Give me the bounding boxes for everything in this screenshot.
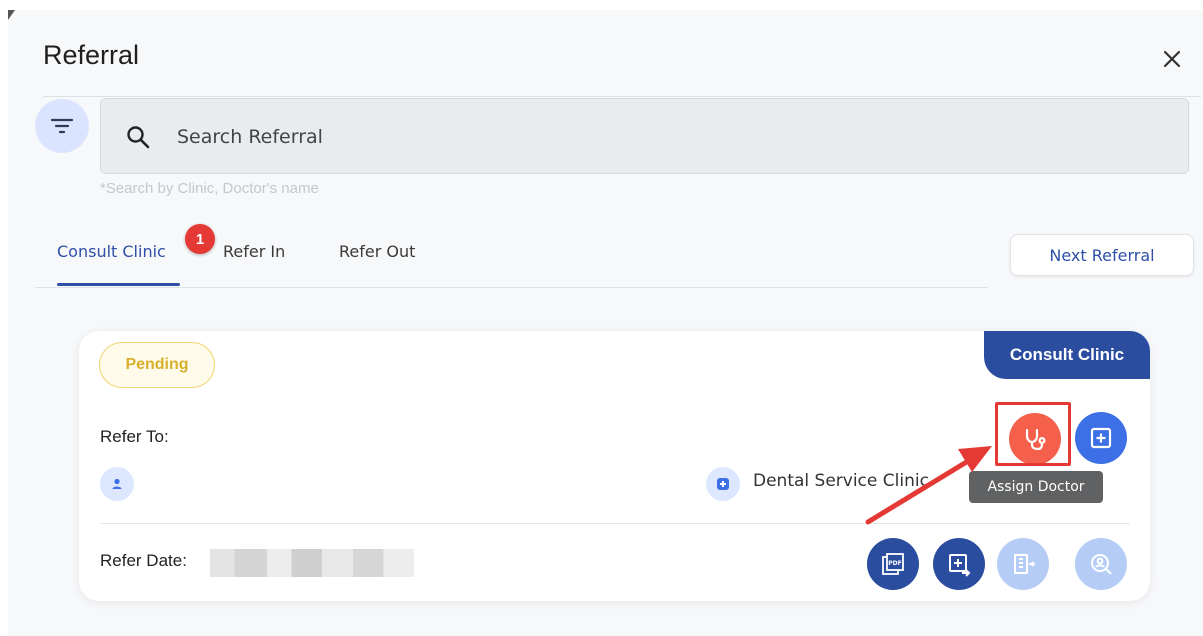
- search-hint: *Search by Clinic, Doctor's name: [100, 180, 319, 197]
- svg-text:PDF: PDF: [888, 560, 901, 567]
- tab-refer-out[interactable]: Refer Out: [339, 242, 415, 261]
- search-box[interactable]: [100, 98, 1189, 174]
- status-badge: Pending: [99, 342, 215, 388]
- search-icon: [127, 126, 150, 149]
- page-title: Referral: [43, 40, 140, 70]
- pdf-icon: PDF: [882, 553, 904, 575]
- assign-doctor-tooltip: Assign Doctor: [969, 471, 1103, 503]
- pdf-button[interactable]: PDF: [867, 538, 919, 590]
- close-icon: [1163, 50, 1181, 68]
- add-referral-button[interactable]: [1075, 412, 1127, 464]
- redacted-date: [210, 549, 414, 577]
- header-divider: [43, 96, 1201, 97]
- transfer-hospital-button[interactable]: [997, 538, 1049, 590]
- tab-label: Refer In: [223, 242, 286, 261]
- refer-to-label: Refer To:: [100, 427, 169, 446]
- export-button[interactable]: [933, 538, 985, 590]
- next-referral-button[interactable]: Next Referral: [1010, 234, 1194, 276]
- notification-badge: 1: [185, 224, 215, 254]
- search-input[interactable]: [177, 117, 1157, 157]
- close-button[interactable]: [1160, 47, 1184, 71]
- active-tab-indicator: [57, 283, 180, 286]
- refer-date-label: Refer Date:: [100, 551, 187, 570]
- person-icon: [100, 467, 134, 501]
- add-box-icon: [1090, 427, 1112, 449]
- highlight-box: [995, 402, 1071, 466]
- tab-label: Consult Clinic: [57, 242, 166, 261]
- referral-card: Consult Clinic Pending Refer To: Dental …: [79, 331, 1150, 601]
- hospital-icon: [1014, 554, 1036, 574]
- card-divider: [100, 523, 1130, 524]
- clinic-icon: [706, 467, 740, 501]
- card-type-tag: Consult Clinic: [984, 331, 1150, 379]
- filter-icon: [51, 118, 73, 134]
- clinic-name: Dental Service Clinic: [753, 471, 929, 491]
- export-icon: [949, 554, 971, 577]
- tab-label: Refer Out: [339, 242, 416, 261]
- tab-refer-in[interactable]: Refer In: [223, 242, 285, 261]
- search-person-button[interactable]: [1075, 538, 1127, 590]
- filter-button[interactable]: [35, 99, 89, 153]
- window-corner: [8, 10, 15, 20]
- person-search-icon: [1091, 554, 1112, 575]
- tab-consult-clinic[interactable]: Consult Clinic: [57, 242, 166, 261]
- referral-tabs: Consult Clinic 1 Refer In Refer Out: [35, 224, 988, 288]
